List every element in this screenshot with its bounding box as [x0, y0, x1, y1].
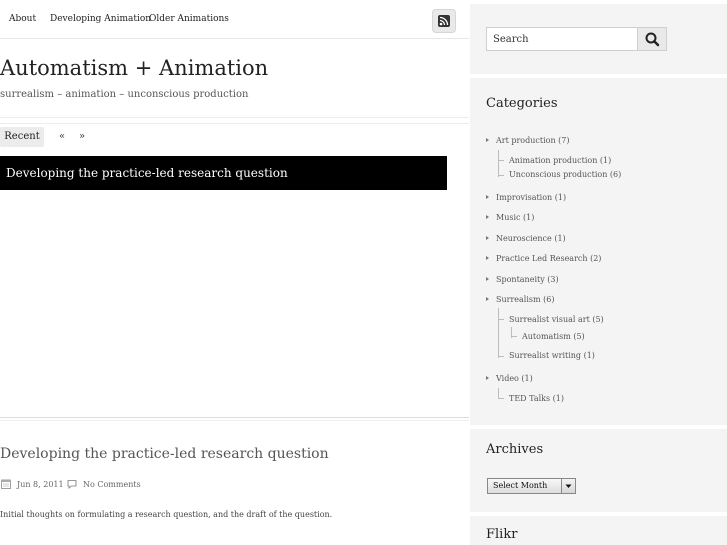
category-surrealism[interactable]: Surrealism (6): [496, 295, 554, 304]
main-column: About Developing Animation Older Animati…: [0, 0, 469, 545]
sidebar: Categories Art production (7) Animation …: [470, 0, 727, 545]
caret-icon: [486, 297, 489, 301]
category-practice-led-research[interactable]: Practice Led Research (2): [496, 254, 601, 263]
recent-tab-button[interactable]: Recent: [0, 127, 44, 147]
slider-prev-button[interactable]: «: [59, 131, 65, 142]
tree-line: [498, 398, 504, 399]
category-video[interactable]: Video (1): [496, 374, 533, 383]
category-spontaneity[interactable]: Spontaneity (3): [496, 275, 559, 284]
archives-month-select[interactable]: Select Month: [487, 478, 576, 494]
category-art-production[interactable]: Art production (7): [496, 136, 570, 145]
divider: [0, 420, 469, 421]
divider: [470, 425, 727, 429]
calendar-icon: [1, 479, 11, 489]
search-form: [486, 27, 667, 51]
caret-icon: [486, 236, 489, 240]
post-date: Jun 8, 2011: [17, 480, 64, 489]
category-surrealist-writing[interactable]: Surrealist writing (1): [509, 351, 595, 360]
archives-select-value: Select Month: [493, 481, 548, 490]
site-title[interactable]: Automatism + Animation: [0, 56, 268, 80]
tree-line: [498, 150, 499, 177]
divider: [0, 117, 469, 118]
flikr-title: Flikr: [486, 527, 518, 542]
search-input[interactable]: [487, 28, 637, 50]
category-ted-talks[interactable]: TED Talks (1): [509, 394, 564, 403]
caret-icon: [486, 138, 489, 142]
search-icon: [645, 32, 660, 47]
tree-line: [498, 319, 504, 320]
divider: [0, 417, 469, 418]
category-improvisation[interactable]: Improvisation (1): [496, 193, 566, 202]
tree-line: [498, 308, 499, 358]
post-title[interactable]: Developing the practice-led research que…: [0, 446, 329, 462]
post-comments-link[interactable]: No Comments: [83, 480, 141, 489]
search-button[interactable]: [637, 28, 666, 50]
caret-icon: [486, 256, 489, 260]
nav-item-about[interactable]: About: [9, 14, 36, 24]
rss-button[interactable]: [432, 9, 456, 33]
caret-icon: [486, 195, 489, 199]
nav-item-developing-animation[interactable]: Developing Animation: [50, 14, 151, 24]
caret-icon: [486, 376, 489, 380]
comment-icon: [67, 480, 77, 489]
category-unconscious-production[interactable]: Unconscious production (6): [509, 170, 621, 179]
archives-title: Archives: [486, 442, 544, 457]
divider: [470, 74, 727, 78]
slider-next-button[interactable]: »: [79, 131, 85, 142]
tree-line: [498, 160, 504, 161]
post-excerpt: Initial thoughts on formulating a resear…: [0, 510, 333, 519]
site-description: surrealism – animation – unconscious pro…: [0, 89, 249, 100]
top-navigation: About Developing Animation Older Animati…: [0, 6, 469, 39]
divider: [470, 0, 727, 4]
caret-icon: [486, 215, 489, 219]
category-neuroscience[interactable]: Neuroscience (1): [496, 234, 566, 243]
tree-line: [498, 175, 504, 176]
category-animation-production[interactable]: Animation production (1): [509, 156, 611, 165]
chevron-down-icon: [561, 479, 575, 493]
rss-icon: [438, 15, 450, 27]
category-music[interactable]: Music (1): [496, 213, 534, 222]
nav-item-older-animations[interactable]: Older Animations: [149, 14, 229, 24]
featured-slide-caption[interactable]: Developing the practice-led research que…: [0, 156, 447, 190]
tree-line: [511, 336, 517, 337]
divider: [0, 123, 469, 124]
tree-line: [498, 356, 504, 357]
category-surrealist-visual-art[interactable]: Surrealist visual art (5): [509, 315, 604, 324]
category-automatism[interactable]: Automatism (5): [522, 332, 585, 341]
categories-title: Categories: [486, 96, 558, 111]
divider: [470, 512, 727, 516]
caret-icon: [486, 277, 489, 281]
